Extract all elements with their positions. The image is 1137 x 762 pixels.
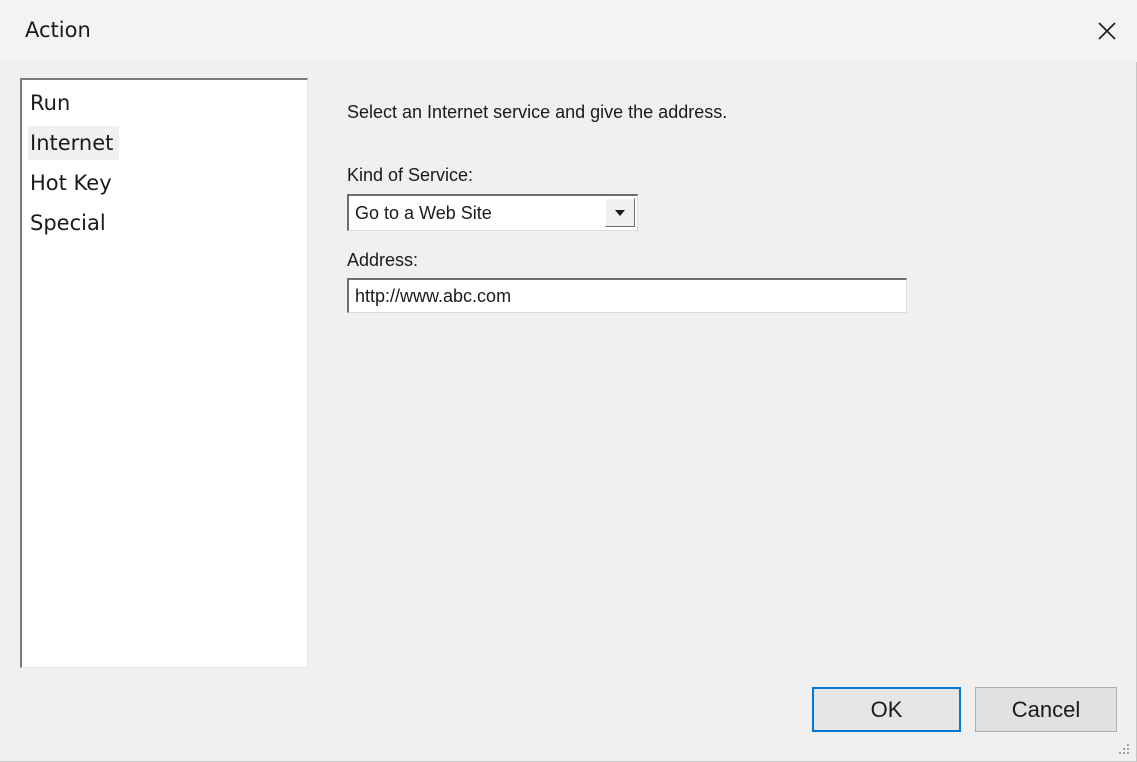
chevron-down-icon: [615, 209, 625, 216]
kind-of-service-select[interactable]: Go to a Web Site: [347, 194, 638, 231]
instruction-text: Select an Internet service and give the …: [347, 102, 728, 122]
close-button[interactable]: [1077, 0, 1137, 62]
category-item-special[interactable]: Special: [28, 206, 112, 240]
action-dialog: Action Run Internet Hot Key Special Sele…: [0, 0, 1137, 762]
category-item-hot-key[interactable]: Hot Key: [28, 166, 118, 200]
address-input[interactable]: [347, 278, 907, 313]
kind-of-service-label: Kind of Service:: [347, 165, 474, 185]
ok-button[interactable]: OK: [812, 687, 961, 732]
category-list[interactable]: Run Internet Hot Key Special: [20, 78, 308, 668]
resize-grip-icon[interactable]: [1116, 741, 1130, 755]
dialog-title: Action: [25, 18, 91, 42]
kind-of-service-value: Go to a Web Site: [355, 203, 492, 223]
address-label: Address:: [347, 250, 419, 270]
title-bar: Action: [0, 0, 1137, 62]
dropdown-arrow-button[interactable]: [605, 198, 635, 227]
cancel-button[interactable]: Cancel: [975, 687, 1117, 732]
close-icon: [1098, 22, 1116, 40]
category-item-internet[interactable]: Internet: [28, 126, 120, 160]
category-item-run[interactable]: Run: [28, 86, 76, 120]
